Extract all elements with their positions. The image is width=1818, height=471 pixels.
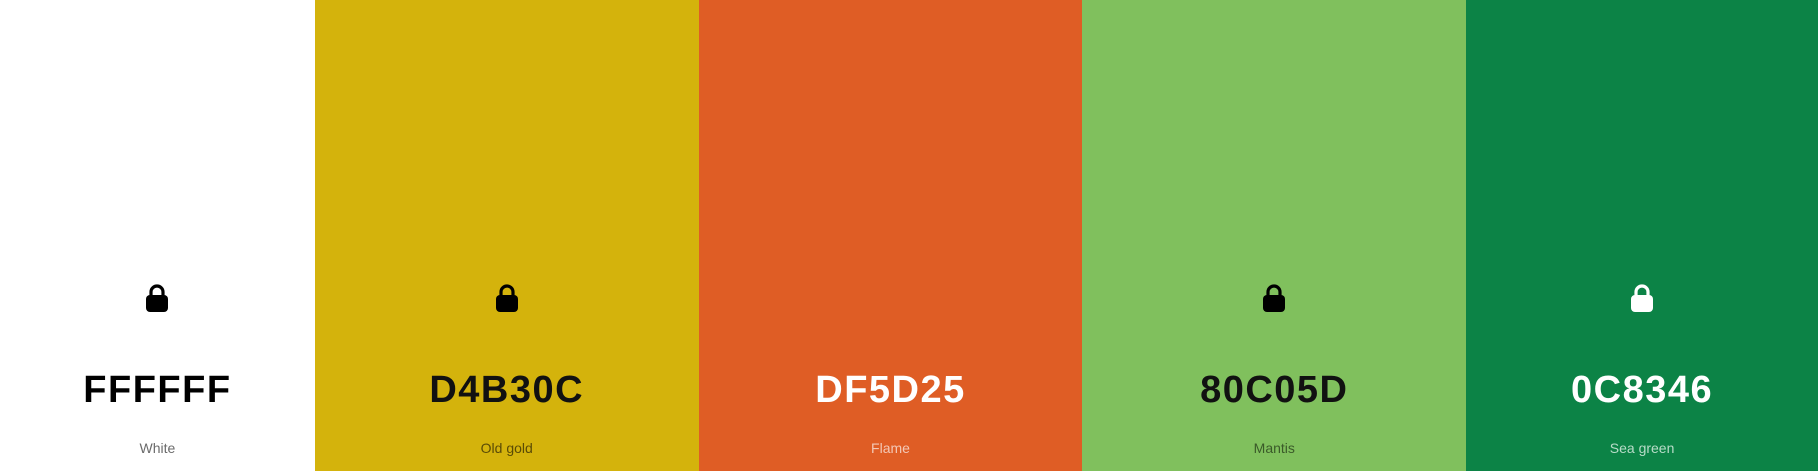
- color-name: Old gold: [480, 440, 533, 456]
- swatch-old-gold[interactable]: D4B30C Old gold: [314, 0, 699, 471]
- lock-icon[interactable]: [144, 283, 170, 313]
- swatch-mantis[interactable]: 80C05D Mantis: [1082, 0, 1467, 471]
- color-name: Sea green: [1609, 440, 1675, 456]
- hex-code[interactable]: 80C05D: [1082, 368, 1466, 412]
- hex-code[interactable]: 0C8346: [1466, 368, 1818, 412]
- swatch-white[interactable]: FFFFFF White: [0, 0, 315, 471]
- lock-icon[interactable]: [494, 283, 520, 313]
- swatch-flame[interactable]: DF5D25 Flame: [698, 0, 1083, 471]
- hex-code[interactable]: D4B30C: [315, 368, 699, 412]
- color-name: Mantis: [1253, 440, 1295, 456]
- hex-code[interactable]: DF5D25: [699, 368, 1083, 412]
- swatch-sea-green[interactable]: 0C8346 Sea green: [1466, 0, 1818, 471]
- lock-icon[interactable]: [1629, 283, 1655, 313]
- color-name: White: [139, 440, 176, 456]
- color-name: Flame: [871, 440, 910, 456]
- lock-icon[interactable]: [1261, 283, 1287, 313]
- color-palette: FFFFFF White D4B30C Old gold DF5D25 Flam…: [0, 0, 1818, 471]
- hex-code[interactable]: FFFFFF: [0, 368, 315, 412]
